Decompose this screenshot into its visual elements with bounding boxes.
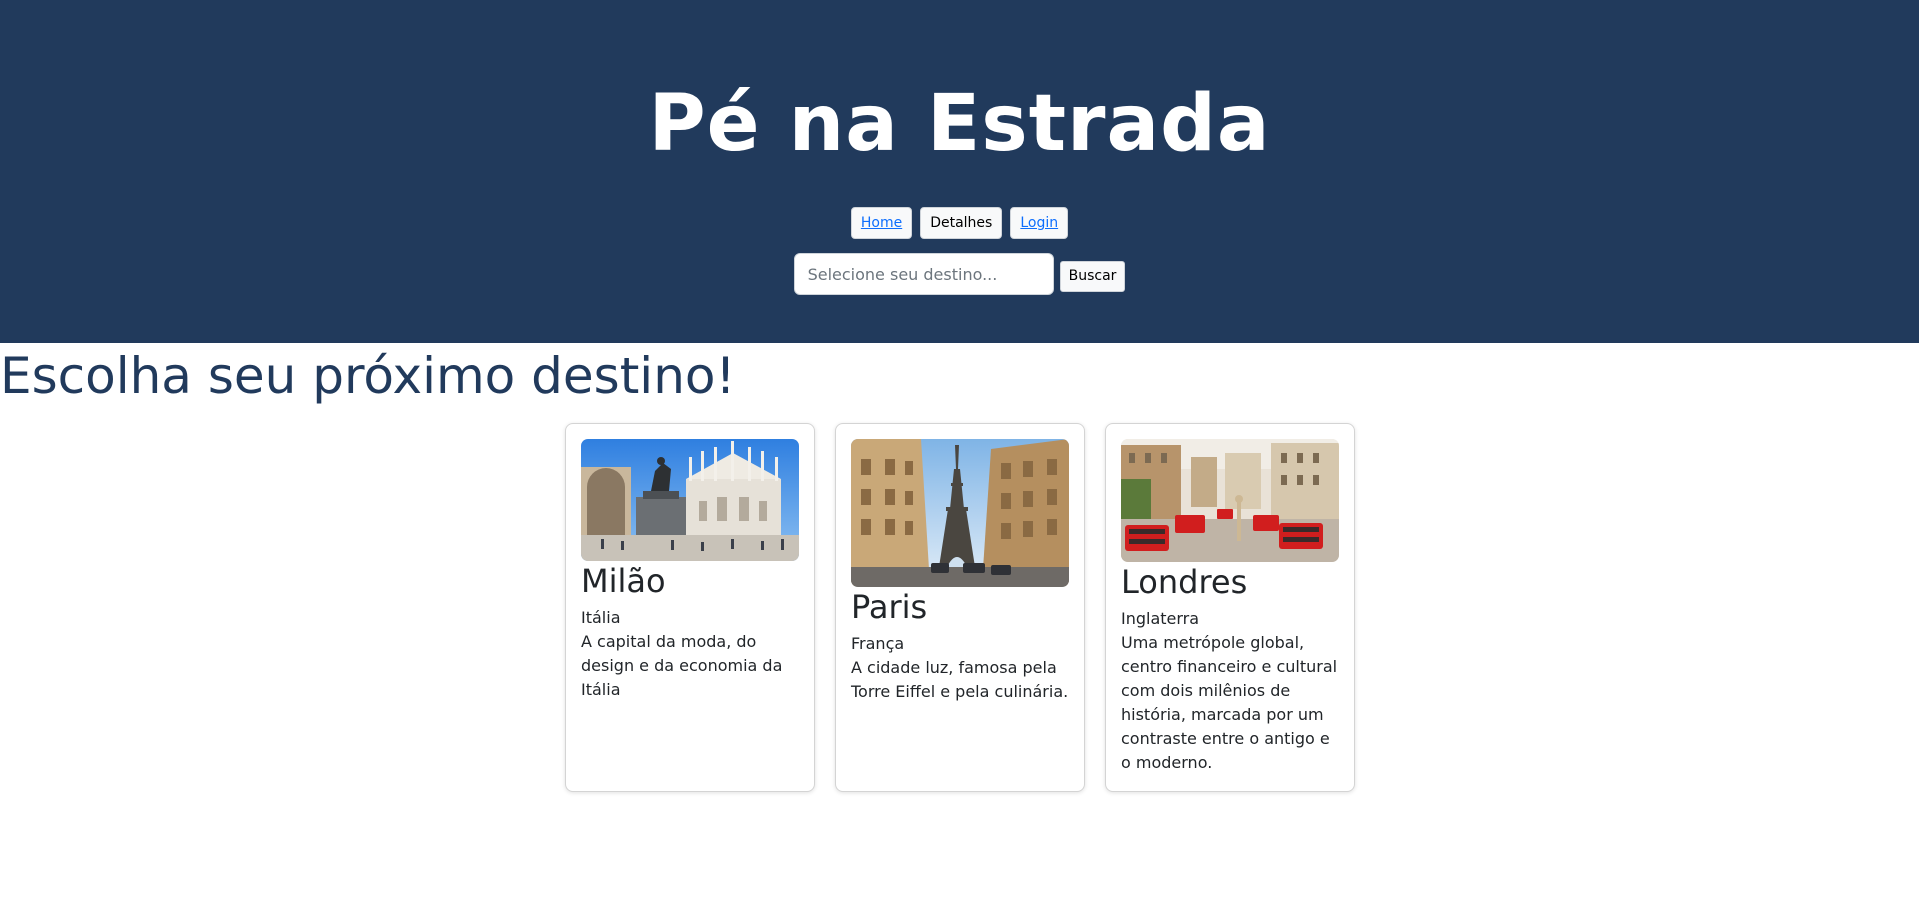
nav-details-button[interactable]: Detalhes	[920, 207, 1003, 239]
nav-home-button[interactable]: Home	[850, 207, 913, 239]
card-city-title: Paris	[851, 588, 928, 626]
card-country: França	[851, 634, 905, 653]
search-bar: Buscar	[0, 253, 1919, 295]
card-description: A cidade luz, famosa pela Torre Eiffel e…	[851, 658, 1069, 701]
destination-card-londres[interactable]: Londres Inglaterra Uma metrópole global,…	[1105, 423, 1355, 792]
site-header: Pé na Estrada Home Detalhes Login Buscar	[0, 0, 1919, 343]
card-description: A capital da moda, do design e da econom…	[581, 632, 783, 699]
card-city-title: Londres	[1121, 563, 1248, 601]
paris-eiffel-tower-image	[851, 439, 1069, 587]
london-street-image	[1121, 439, 1339, 562]
site-title: Pé na Estrada	[648, 79, 1271, 169]
card-city-title: Milão	[581, 562, 666, 600]
nav-home-label: Home	[860, 215, 903, 231]
card-country: Itália	[581, 608, 621, 627]
nav-login-label: Login	[1020, 215, 1059, 231]
card-country: Inglaterra	[1121, 609, 1200, 628]
destination-cards: Milão Itália A capital da moda, do desig…	[565, 423, 1355, 792]
card-description: Uma metrópole global, centro financeiro …	[1121, 633, 1338, 772]
page-heading: Escolha seu próximo destino!	[0, 347, 736, 405]
destination-search-input[interactable]	[793, 253, 1054, 295]
milan-cathedral-image	[581, 439, 799, 561]
nav-login-button[interactable]: Login	[1010, 207, 1069, 239]
destination-card-milao[interactable]: Milão Itália A capital da moda, do desig…	[565, 423, 815, 792]
search-button[interactable]: Buscar	[1059, 260, 1126, 292]
main-nav: Home Detalhes Login	[0, 207, 1919, 239]
destination-card-paris[interactable]: Paris França A cidade luz, famosa pela T…	[835, 423, 1085, 792]
